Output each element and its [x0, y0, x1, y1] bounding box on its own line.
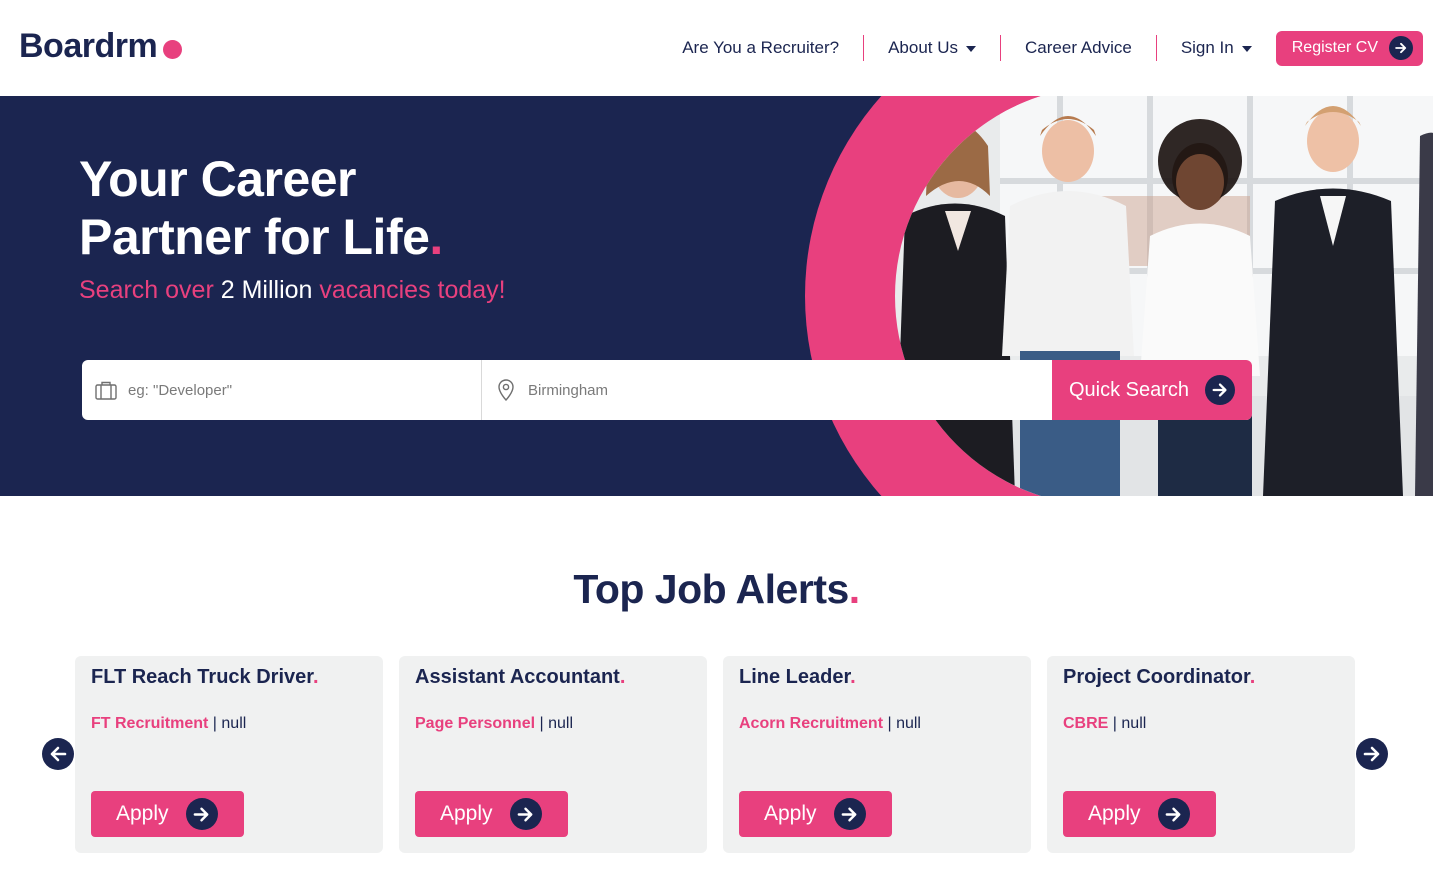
job-card[interactable]: FLT Reach Truck Driver. FT Recruitment |… — [75, 656, 383, 853]
job-search-bar: Quick Search — [82, 360, 1252, 420]
top-job-alerts-heading: Top Job Alerts. — [0, 566, 1433, 613]
hero-title-line1: Your Career — [79, 151, 357, 207]
location-field — [482, 360, 1052, 420]
job-meta: FT Recruitment | null — [91, 715, 247, 732]
job-card[interactable]: Project Coordinator. CBRE | null Apply — [1047, 656, 1355, 853]
hero-sub-prefix: Search over — [79, 276, 221, 304]
section-title-text: Top Job Alerts — [573, 566, 849, 612]
arrow-right-icon — [1389, 36, 1413, 60]
job-meta: CBRE | null — [1063, 715, 1147, 732]
nav-sign-in-dropdown[interactable]: Sign In — [1157, 35, 1276, 61]
job-location: null — [1121, 715, 1147, 732]
chevron-down-icon — [966, 46, 977, 52]
nav-about-label: About Us — [888, 38, 959, 57]
nav-career-advice-label: Career Advice — [1025, 38, 1132, 57]
apply-button[interactable]: Apply — [739, 791, 892, 837]
nav-about-dropdown[interactable]: About Us — [864, 35, 1000, 61]
carousel-next-button[interactable] — [1356, 738, 1388, 770]
quick-search-label: Quick Search — [1069, 378, 1190, 401]
section-title-dot: . — [848, 566, 860, 612]
nav-career-advice-link[interactable]: Career Advice — [1001, 35, 1156, 61]
keyword-field — [82, 360, 482, 420]
arrow-right-icon — [1363, 746, 1380, 762]
job-title-text: Project Coordinator — [1063, 666, 1250, 688]
job-title: Project Coordinator. — [1063, 666, 1255, 689]
nav-recruiter-label: Are You a Recruiter? — [682, 38, 840, 57]
arrow-right-icon — [833, 798, 866, 830]
keyword-input[interactable] — [82, 360, 481, 420]
apply-button[interactable]: Apply — [1063, 791, 1216, 837]
brand-name: Boardrm — [19, 27, 158, 65]
job-title-text: Assistant Accountant — [415, 666, 620, 688]
hero-title-line2-wrap: Partner for Life. — [79, 208, 443, 266]
job-title-text: Line Leader — [739, 666, 851, 688]
nav-recruiter-link[interactable]: Are You a Recruiter? — [658, 35, 863, 61]
briefcase-icon — [95, 381, 117, 400]
carousel-prev-button[interactable] — [42, 738, 74, 770]
apply-label: Apply — [116, 802, 169, 825]
job-title-dot: . — [1249, 666, 1256, 688]
apply-button[interactable]: Apply — [91, 791, 244, 837]
job-cards-carousel: FLT Reach Truck Driver. FT Recruitment |… — [75, 656, 1355, 853]
job-card[interactable]: Line Leader. Acorn Recruitment | null Ap… — [723, 656, 1031, 853]
job-card[interactable]: Assistant Accountant. Page Personnel | n… — [399, 656, 707, 853]
hero-subtitle: Search over 2 Million vacancies today! — [79, 276, 506, 305]
chevron-down-icon — [1241, 46, 1252, 52]
map-pin-icon — [498, 379, 514, 402]
company-link[interactable]: Acorn Recruitment — [739, 715, 883, 732]
hero-title: Your Career Partner for Life. — [79, 150, 443, 266]
hero-sub-highlight: 2 Million — [220, 276, 313, 304]
quick-search-button[interactable]: Quick Search — [1052, 360, 1252, 420]
job-title-text: FLT Reach Truck Driver — [91, 666, 313, 688]
arrow-left-icon — [50, 746, 67, 762]
apply-button[interactable]: Apply — [415, 791, 568, 837]
arrow-right-icon — [509, 798, 542, 830]
brand-logo[interactable]: Boardrm — [19, 27, 183, 66]
arrow-right-icon — [185, 798, 218, 830]
company-link[interactable]: FT Recruitment — [91, 715, 208, 732]
job-title-dot: . — [850, 666, 856, 688]
job-meta: Page Personnel | null — [415, 715, 573, 732]
logo-dot — [163, 40, 183, 59]
register-cv-label: Register CV — [1291, 39, 1378, 56]
job-location: null — [548, 715, 573, 732]
nav-sign-in-label: Sign In — [1180, 38, 1234, 57]
main-nav: Are You a Recruiter? About Us Career Adv… — [658, 30, 1423, 66]
apply-label: Apply — [764, 802, 817, 825]
apply-label: Apply — [1088, 802, 1141, 825]
job-title: FLT Reach Truck Driver. — [91, 666, 319, 689]
job-title: Assistant Accountant. — [415, 666, 625, 689]
hero-banner: Your Career Partner for Life. Search ove… — [0, 96, 1433, 496]
hero-sub-suffix: vacancies today! — [312, 276, 506, 304]
job-location: null — [896, 715, 921, 732]
hero-title-line2: Partner for Life — [79, 209, 430, 265]
job-location: null — [221, 715, 247, 732]
site-header: Boardrm Are You a Recruiter? About Us Ca… — [0, 0, 1433, 96]
arrow-right-icon — [1157, 798, 1190, 830]
company-link[interactable]: CBRE — [1063, 715, 1108, 732]
job-title-dot: . — [312, 666, 319, 688]
company-link[interactable]: Page Personnel — [415, 715, 535, 732]
job-meta: Acorn Recruitment | null — [739, 715, 921, 732]
job-title-dot: . — [619, 666, 626, 688]
apply-label: Apply — [440, 802, 493, 825]
hero-title-dot: . — [429, 209, 443, 265]
location-input[interactable] — [482, 360, 1052, 420]
register-cv-button[interactable]: Register CV — [1275, 30, 1423, 66]
job-title: Line Leader. — [739, 666, 856, 689]
arrow-right-icon — [1205, 375, 1236, 405]
